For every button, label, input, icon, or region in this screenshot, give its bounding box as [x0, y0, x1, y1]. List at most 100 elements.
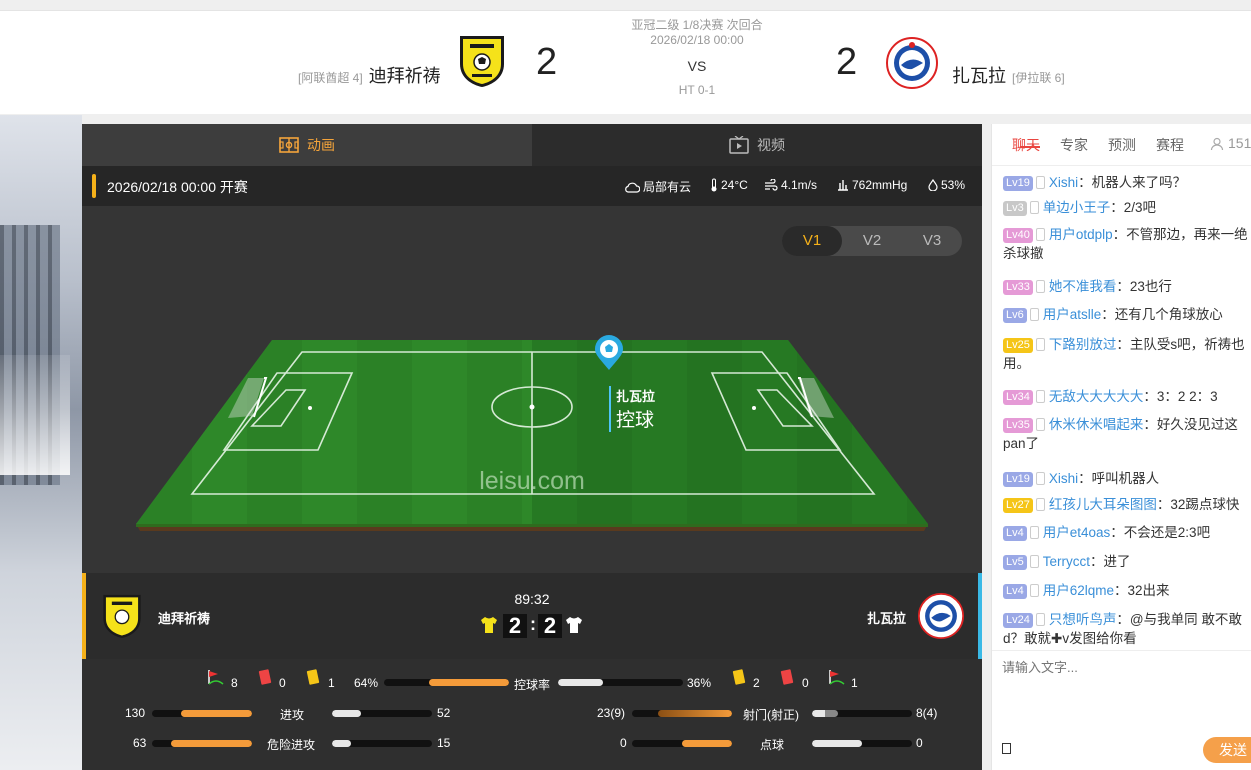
tab-chat[interactable]: 聊天	[1012, 135, 1040, 155]
phone-icon	[1035, 613, 1045, 626]
chat-username[interactable]: 下路别放过	[1049, 337, 1117, 352]
kickoff-time: 2026/02/18 00:00 开赛	[107, 179, 248, 195]
away-shots: 8(4)	[916, 706, 938, 720]
home-red-cards: 0	[279, 676, 286, 690]
match-clock: 89:32	[514, 591, 550, 607]
possession-status: 控球	[616, 409, 654, 431]
tab-experts[interactable]: 专家	[1060, 135, 1088, 155]
emoji-icon[interactable]	[1002, 743, 1011, 754]
droplet-icon	[928, 179, 938, 191]
possession-team: 扎瓦拉	[616, 389, 655, 404]
home-score: 2	[536, 41, 558, 83]
chat-username[interactable]: 只想听鸟声	[1049, 612, 1117, 627]
chat-text: ：23也行	[1116, 279, 1172, 294]
chat-message: Lv19 Xishi：呼叫机器人	[1003, 469, 1251, 488]
home-attacks: 130	[125, 706, 146, 720]
phone-icon	[1035, 418, 1045, 431]
send-button[interactable]: 发送	[1203, 737, 1251, 763]
phone-icon	[1035, 472, 1045, 485]
chat-text: ：不会还是2:3吧	[1110, 525, 1211, 540]
scorebar-home-name: 迪拜祈祷	[158, 611, 211, 626]
home-league: [阿联酋超 4]	[298, 71, 363, 85]
level-badge: Lv27	[1003, 498, 1033, 513]
match-datetime: 2026/02/18 00:00	[650, 33, 744, 47]
away-yellow-cards: 2	[753, 676, 760, 690]
chat-text: ：2/3吧	[1110, 200, 1157, 215]
scorebar-away-score: 2	[538, 614, 562, 638]
home-yellow-card-icon	[306, 669, 320, 685]
home-corner-icon	[208, 670, 224, 685]
info-marker	[92, 174, 96, 198]
home-dangerous-bar	[152, 740, 252, 747]
weather-item: 局部有云	[624, 178, 691, 195]
home-corners: 8	[231, 676, 238, 690]
chat-username[interactable]: Terrycct	[1043, 554, 1090, 569]
home-shots-bar	[632, 710, 732, 717]
chat-username[interactable]: 单边小王子	[1043, 200, 1111, 215]
level-badge: Lv5	[1003, 555, 1027, 570]
temperature-item: 24°C	[710, 178, 748, 192]
tab-video[interactable]: 视频	[532, 124, 982, 166]
away-red-cards: 0	[802, 676, 809, 690]
chat-username[interactable]: 用户62lqme	[1043, 583, 1114, 598]
phone-icon	[1035, 498, 1045, 511]
home-penalties-bar	[632, 740, 732, 747]
phone-icon	[1035, 390, 1045, 403]
chat-username[interactable]: 红孩儿大耳朵图图	[1049, 497, 1157, 512]
tab-animation[interactable]: 动画	[82, 124, 532, 166]
pressure-icon	[838, 180, 848, 191]
tab-prediction[interactable]: 预测	[1108, 135, 1136, 155]
chat-message: Lv40 用户otdplp：不管那边，再来一绝杀球撤	[1003, 225, 1251, 263]
home-team-logo	[460, 36, 504, 87]
dangerous-label: 危险进攻	[267, 738, 316, 752]
pitch-icon	[279, 137, 299, 153]
chat-username[interactable]: Xishi	[1049, 471, 1078, 486]
away-team-logo	[886, 37, 938, 89]
watermark: leisu.com	[479, 467, 585, 495]
phone-icon	[1035, 228, 1045, 241]
pitch-animation: V1 V2 V3 leisu.com 扎瓦拉 控球	[82, 206, 982, 573]
chat-username[interactable]: 用户atslle	[1043, 307, 1102, 322]
level-badge: Lv3	[1003, 201, 1027, 216]
away-corners: 1	[851, 676, 858, 690]
away-penalties-bar	[812, 740, 912, 747]
home-team-logo-small	[103, 594, 141, 638]
scorebar-home-score: 2	[503, 614, 527, 638]
vs-label: VS	[687, 58, 707, 74]
home-team-name: 迪拜祈祷	[368, 66, 441, 86]
chat-username[interactable]: 无敌大大大大大	[1049, 389, 1144, 404]
chat-message: Lv5 Terrycct：进了	[1003, 552, 1251, 571]
chat-username[interactable]: 休米休米唱起来	[1049, 417, 1144, 432]
away-attacks-bar	[332, 710, 432, 717]
stadium-background	[0, 115, 82, 770]
phone-icon	[1035, 338, 1045, 351]
away-possession: 36%	[687, 676, 712, 690]
wind-item: 4.1m/s	[764, 178, 817, 192]
away-yellow-card-icon	[732, 669, 746, 685]
home-color-stripe	[82, 573, 86, 659]
chat-text: ：进了	[1090, 554, 1131, 569]
away-team-header[interactable]: 扎瓦拉 [伊拉联 6]	[952, 62, 1065, 88]
match-info-bar: 2026/02/18 00:00 开赛 局部有云 24°C 4.1m/s 762…	[82, 166, 982, 206]
user-icon	[1210, 137, 1224, 151]
away-dangerous-bar	[332, 740, 432, 747]
level-badge: Lv19	[1003, 472, 1033, 487]
possession-shade	[532, 340, 928, 524]
chat-username[interactable]: 她不准我看	[1049, 279, 1117, 294]
tab-schedule[interactable]: 赛程	[1156, 135, 1184, 155]
chat-username[interactable]: 用户et4oas	[1043, 525, 1111, 540]
cloud-icon	[625, 182, 640, 193]
home-shots: 23(9)	[597, 706, 626, 720]
away-league: [伊拉联 6]	[1012, 71, 1065, 85]
level-badge: Lv4	[1003, 526, 1027, 541]
home-team-header[interactable]: [阿联酋超 4] 迪拜祈祷	[298, 62, 441, 88]
phone-icon	[1029, 555, 1039, 568]
chat-input[interactable]	[1002, 656, 1242, 678]
phone-icon	[1029, 201, 1039, 214]
level-badge: Lv6	[1003, 308, 1027, 323]
chat-message: Lv6 用户atslle：还有几个角球放心	[1003, 305, 1251, 324]
chat-username[interactable]: 用户otdplp	[1049, 227, 1113, 242]
chat-messages: Lv19 Xishi：机器人来了吗？ Lv3 单边小王子：2/3吧 Lv40 用户otdp…	[992, 166, 1251, 650]
away-attacks: 52	[437, 706, 451, 720]
chat-username[interactable]: Xishi	[1049, 175, 1078, 190]
